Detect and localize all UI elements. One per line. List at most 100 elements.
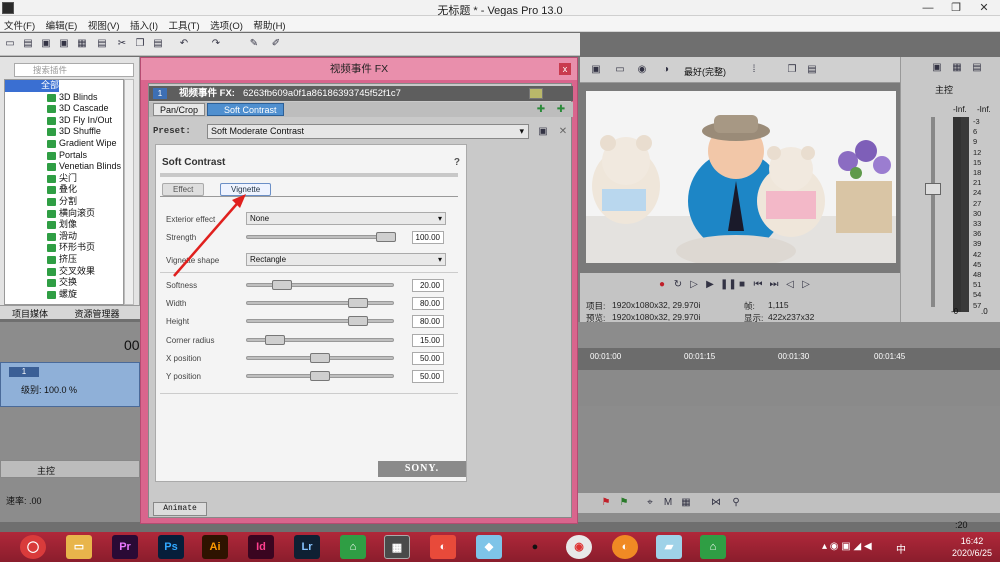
monitor-icon[interactable]: ▭	[614, 64, 626, 76]
redo-icon[interactable]: ↷	[210, 38, 222, 50]
tree-item[interactable]: 3D Blinds	[5, 92, 123, 104]
tree-item[interactable]: 3D Fly In/Out	[5, 115, 123, 127]
play-icon[interactable]: ▶	[704, 279, 716, 291]
preview-props-icon[interactable]: ▣	[590, 64, 602, 76]
menu-edit[interactable]: 编辑(E)	[42, 16, 82, 34]
loop-icon[interactable]: ↻	[672, 279, 684, 291]
master-bus-header[interactable]: 主控	[0, 460, 140, 478]
master-mono-icon[interactable]: ▦	[951, 62, 963, 74]
menu-insert[interactable]: 插入(I)	[126, 16, 162, 34]
x-position-value[interactable]: 50.00	[412, 352, 444, 365]
menu-options[interactable]: 选项(O)	[206, 16, 247, 34]
ime-indicator[interactable]: 中	[896, 541, 906, 556]
height-slider-track[interactable]	[246, 319, 394, 323]
master-props-icon[interactable]: ▣	[931, 62, 943, 74]
width-slider-track[interactable]	[246, 301, 394, 305]
height-value[interactable]: 80.00	[412, 315, 444, 328]
app-cyan-icon[interactable]: ▰	[656, 535, 682, 559]
menu-help[interactable]: 帮助(H)	[249, 16, 289, 34]
menu-view[interactable]: 视图(V)	[84, 16, 124, 34]
open-icon[interactable]: ▤	[22, 38, 34, 50]
start-icon[interactable]: ◯	[20, 535, 46, 559]
chrome-icon[interactable]: ◉	[566, 535, 592, 559]
save-frame-icon[interactable]: ▤	[806, 64, 818, 76]
illustrator-icon[interactable]: Ai	[202, 535, 228, 559]
clock[interactable]: 16:42 2020/6/25	[952, 535, 992, 559]
softness-value[interactable]: 20.00	[412, 279, 444, 292]
tab-project-media[interactable]: 项目媒体	[0, 306, 60, 321]
tool-icon[interactable]: ✐	[270, 38, 282, 50]
height-slider[interactable]	[348, 316, 369, 326]
prev-frame-icon[interactable]: ◁	[784, 279, 796, 291]
go-end-icon[interactable]: ⏭	[768, 279, 780, 291]
photoshop-icon[interactable]: Ps	[158, 535, 184, 559]
corner-radius-slider[interactable]	[265, 335, 286, 345]
strength-slider-track[interactable]	[246, 235, 396, 239]
strength-slider[interactable]	[376, 232, 396, 242]
tree-scrollbar[interactable]	[124, 79, 134, 305]
menu-tools[interactable]: 工具(T)	[165, 16, 204, 34]
stop-icon[interactable]: ■	[736, 279, 748, 291]
undo-icon[interactable]: ↶	[178, 38, 190, 50]
pause-icon[interactable]: ❚❚	[720, 279, 737, 291]
preset-select[interactable]: Soft Moderate Contrast ▾	[207, 124, 529, 139]
tree-item[interactable]: 交叉效果	[5, 266, 123, 278]
region-icon[interactable]: ⚑	[618, 497, 630, 509]
save-preset-icon[interactable]: ▣	[537, 126, 549, 138]
strength-value[interactable]: 100.00	[412, 231, 444, 244]
tree-item[interactable]: 螺旋	[5, 289, 123, 301]
tree-item[interactable]: 横向滚页	[5, 208, 123, 220]
lightroom-icon[interactable]: Lr	[294, 535, 320, 559]
tree-item[interactable]: Gradient Wipe	[5, 138, 123, 150]
grid-icon[interactable]: ⁞	[748, 64, 760, 76]
menu-file[interactable]: 文件(F)	[0, 16, 39, 34]
chain-soft-contrast[interactable]: Soft Contrast	[207, 103, 284, 116]
properties-icon[interactable]: ▤	[96, 38, 108, 50]
tree-item[interactable]: 叠化	[5, 184, 123, 196]
plugin-search-input[interactable]: 搜索插件	[14, 63, 134, 77]
ripple-icon[interactable]: M	[662, 497, 674, 509]
chain-pan-crop[interactable]: Pan/Crop	[153, 103, 206, 116]
tree-item[interactable]: 划像	[5, 219, 123, 231]
softness-slider-track[interactable]	[246, 283, 394, 287]
tree-item[interactable]: 3D Shuffle	[5, 126, 123, 138]
tree-item[interactable]: 3D Cascade	[5, 103, 123, 115]
app-green-icon[interactable]: ⌂	[340, 535, 366, 559]
add-fx-icon[interactable]: ✚	[535, 104, 547, 116]
tray-icons[interactable]: ▴ ◉ ▣ ◢ ◀	[822, 541, 872, 552]
help-icon[interactable]: ?	[454, 157, 460, 168]
width-slider[interactable]	[348, 298, 369, 308]
new-icon[interactable]: ▭	[4, 38, 16, 50]
app-red-icon[interactable]: ◐	[430, 535, 456, 559]
master-menu-icon[interactable]: ▤	[971, 62, 983, 74]
save-icon[interactable]: ▣	[40, 38, 52, 50]
file-explorer-icon[interactable]: ▭	[66, 535, 92, 559]
timeline-ruler[interactable]: 00:01:00 00:01:15 00:01:30 00:01:45	[578, 348, 1000, 370]
tree-root[interactable]: 全部	[5, 80, 123, 92]
tree-item[interactable]: 挤压	[5, 254, 123, 266]
premiere-icon[interactable]: Pr	[112, 535, 138, 559]
close-window-button[interactable]: ✕	[970, 0, 998, 16]
play-from-start-icon[interactable]: ▷	[688, 279, 700, 291]
go-start-icon[interactable]: ⏮	[752, 279, 764, 291]
tree-item[interactable]: 尖门	[5, 173, 123, 185]
corner-radius-value[interactable]: 15.00	[412, 334, 444, 347]
split-icon[interactable]: ◑	[660, 64, 672, 76]
vignette-shape-select[interactable]: Rectangle ▾	[246, 253, 446, 266]
zoom-tool-icon[interactable]: ⚲	[730, 497, 742, 509]
cut-icon[interactable]: ✂	[116, 38, 128, 50]
qq-icon[interactable]: ●	[522, 535, 548, 559]
tree-item[interactable]: 环形书页	[5, 242, 123, 254]
track-lane[interactable]	[578, 370, 1000, 406]
vegas-icon[interactable]: ▦	[384, 535, 410, 559]
copy-icon[interactable]: ❐	[134, 38, 146, 50]
y-position-value[interactable]: 50.00	[412, 370, 444, 383]
indesign-icon[interactable]: Id	[248, 535, 274, 559]
record-icon[interactable]: ●	[656, 279, 668, 291]
grid-snap-icon[interactable]: ▦	[680, 497, 692, 509]
envelope-icon[interactable]: ⋈	[710, 497, 722, 509]
animate-button[interactable]: Animate	[153, 502, 207, 516]
master-fader[interactable]	[925, 183, 941, 195]
y-position-slider[interactable]	[310, 371, 330, 381]
render-icon[interactable]: ▦	[76, 38, 88, 50]
